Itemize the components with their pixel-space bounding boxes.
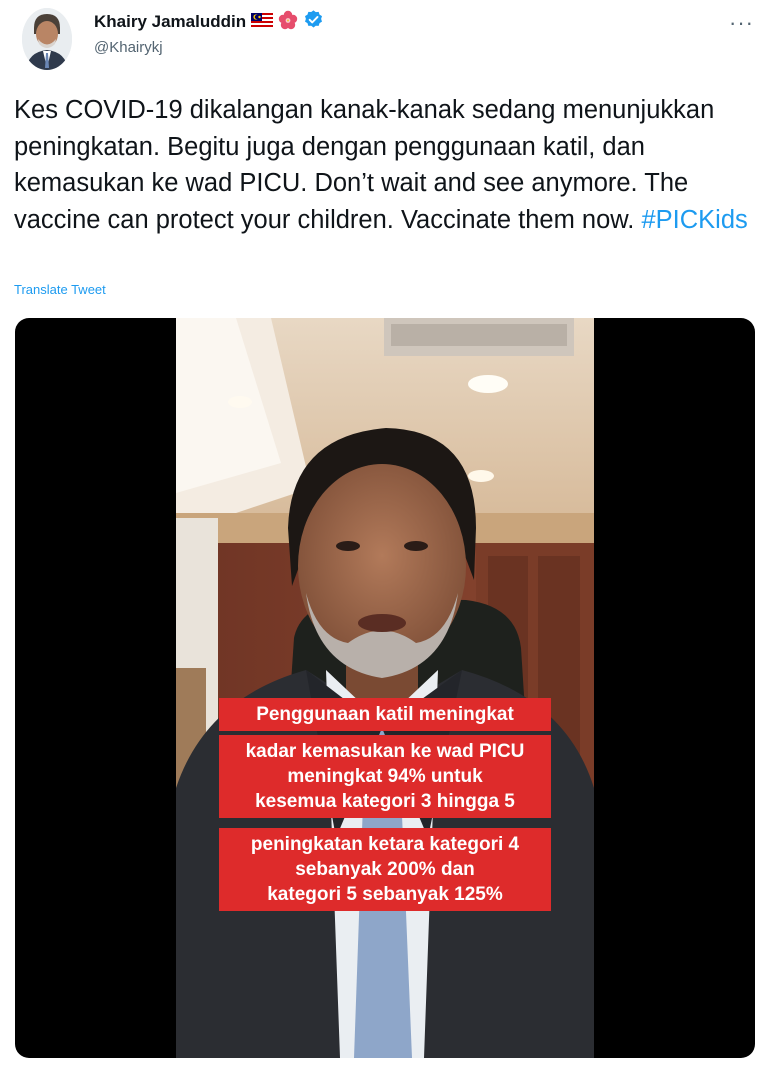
name-row: Khairy Jamaluddin [94, 10, 324, 34]
tweet-text: Kes COVID-19 dikalangan kanak-kanak seda… [14, 92, 754, 238]
caption-box-1: Penggunaan katil meningkat [219, 698, 551, 731]
author-name[interactable]: Khairy Jamaluddin [94, 12, 246, 32]
caption-1-line-1: Penggunaan katil meningkat [256, 704, 514, 725]
caption-2-line-3: kesemua kategori 3 hingga 5 [255, 791, 515, 812]
caption-box-2: kadar kemasukan ke wad PICU meningkat 94… [219, 735, 551, 818]
hashtag-link[interactable]: #PICKids [641, 206, 747, 234]
hibiscus-icon [278, 10, 298, 35]
malaysia-flag-icon [251, 12, 274, 32]
more-options-button[interactable]: ··· [729, 12, 754, 34]
author-block: Khairy Jamaluddin @Khairykj [94, 10, 324, 56]
translate-tweet-link[interactable]: Translate Tweet [14, 282, 106, 297]
verified-badge-icon [303, 9, 324, 35]
caption-3-line-2: sebanyak 200% dan [295, 859, 475, 880]
tweet: Khairy Jamaluddin @Khairykj ··· Kes COVI… [0, 0, 772, 1080]
caption-2-line-1: kadar kemasukan ke wad PICU [245, 741, 525, 762]
avatar[interactable] [22, 8, 72, 70]
video-media[interactable]: Penggunaan katil meningkat kadar kemasuk… [15, 318, 755, 1058]
caption-3-line-3: kategori 5 sebanyak 125% [267, 884, 503, 905]
tweet-body: Kes COVID-19 dikalangan kanak-kanak seda… [14, 96, 715, 234]
author-handle[interactable]: @Khairykj [94, 39, 324, 56]
caption-box-3: peningkatan ketara kategori 4 sebanyak 2… [219, 828, 551, 911]
video-captions: Penggunaan katil meningkat kadar kemasuk… [15, 318, 755, 1058]
caption-2-line-2: meningkat 94% untuk [287, 766, 483, 787]
caption-3-line-1: peningkatan ketara kategori 4 [250, 834, 520, 855]
